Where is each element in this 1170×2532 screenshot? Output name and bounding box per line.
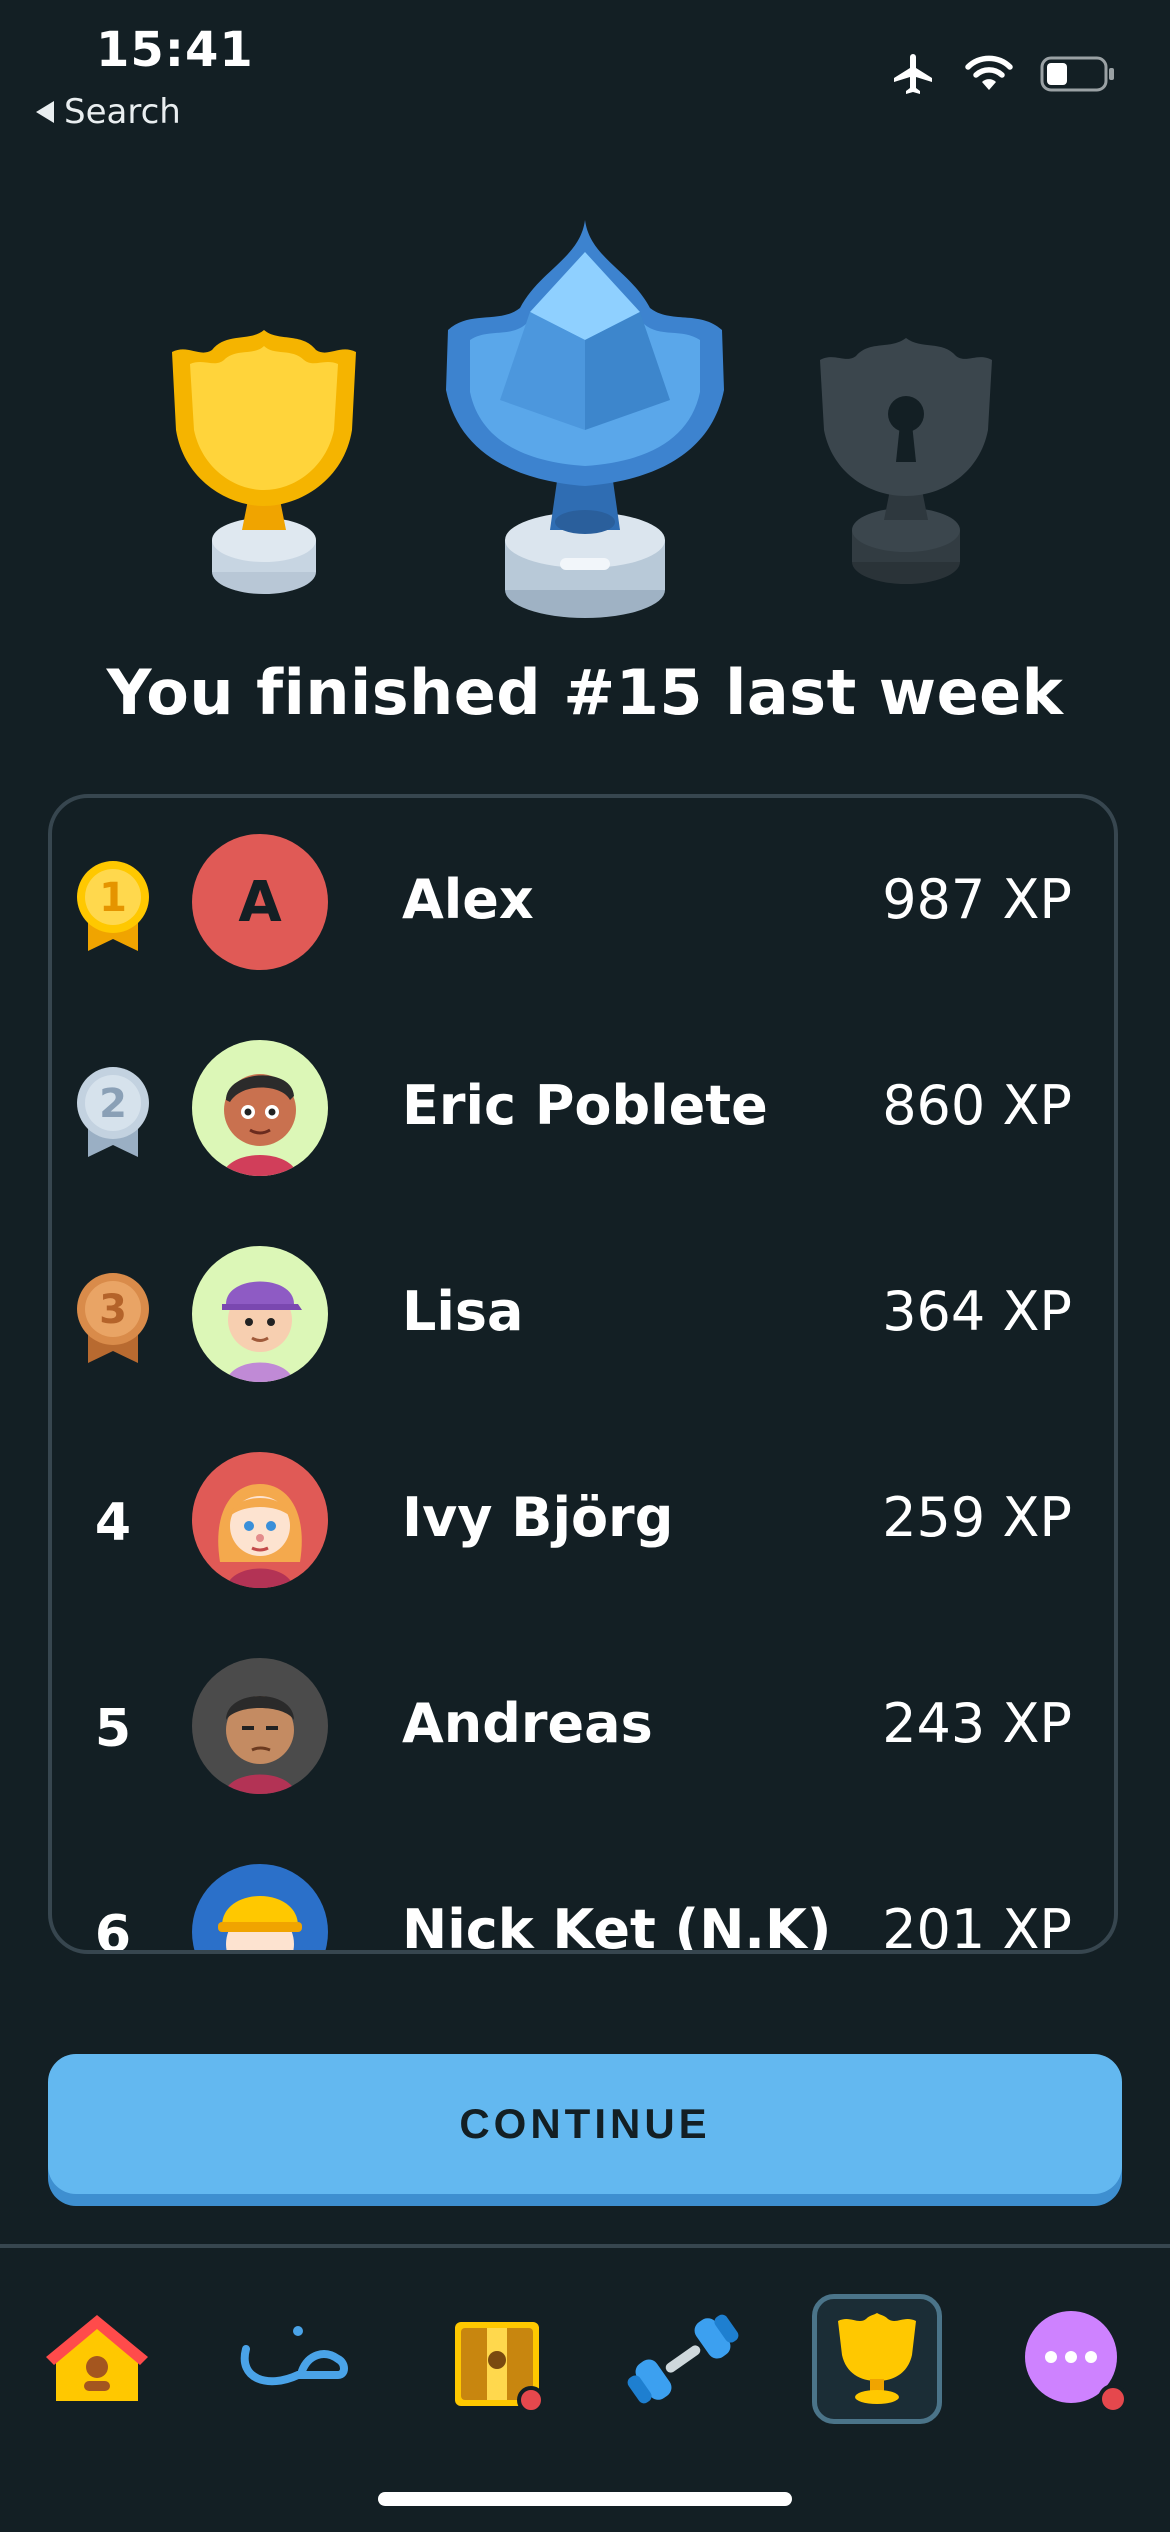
avatar [192, 1658, 328, 1794]
user-xp: 243 XP [882, 1692, 1072, 1755]
home-indicator [378, 2492, 792, 2506]
user-name: Ivy Björg [402, 1486, 674, 1549]
avatar: A [192, 834, 328, 970]
user-name: Nick Ket (N.K) [402, 1898, 832, 1954]
airplane-icon [894, 54, 932, 94]
user-xp: 364 XP [882, 1280, 1072, 1343]
notification-badge [517, 2386, 543, 2414]
user-name: Alex [402, 868, 534, 931]
gold-medal-icon: 1 [72, 860, 154, 951]
user-xp: 860 XP [882, 1074, 1072, 1137]
continue-button[interactable]: CONTINUE [48, 2054, 1122, 2194]
user-name: Andreas [402, 1692, 653, 1755]
leaderboard-row[interactable]: 2 Eric Poblete 860 XP [52, 1004, 1114, 1210]
avatar [192, 1040, 328, 1176]
page-title: You finished #15 last week [106, 656, 1064, 729]
svg-text:2: 2 [99, 1081, 127, 1127]
rank-number: 4 [94, 1493, 132, 1553]
rank-number: 6 [94, 1905, 132, 1954]
status-time: 15:41 [96, 22, 254, 78]
tab-bar [0, 2248, 1170, 2532]
silver-medal-icon: 2 [72, 1066, 154, 1157]
user-name: Lisa [402, 1280, 524, 1343]
home-icon [46, 2315, 148, 2401]
leaderboard-row[interactable]: 5 Andreas 243 XP [52, 1622, 1114, 1828]
tab-leaderboard[interactable] [812, 2294, 942, 2424]
locked-trophy-icon [820, 338, 992, 584]
letters-icon [240, 2326, 348, 2386]
tab-treasure[interactable] [423, 2294, 553, 2424]
diamond-trophy-icon [446, 220, 724, 618]
notification-badge [1098, 2384, 1128, 2414]
trophy-icon [838, 2313, 916, 2404]
user-xp: 259 XP [882, 1486, 1072, 1549]
avatar [192, 1452, 328, 1588]
leaderboard-row[interactable]: 1 A Alex 987 XP [52, 798, 1114, 1004]
user-name: Eric Poblete [402, 1074, 768, 1137]
leaderboard-row[interactable]: 4 Ivy Björg 259 XP [52, 1416, 1114, 1622]
avatar [192, 1246, 328, 1382]
more-icon [1025, 2311, 1128, 2414]
tab-more[interactable] [1008, 2294, 1138, 2424]
rank-number: 5 [94, 1699, 132, 1759]
tab-practice[interactable] [618, 2294, 748, 2424]
leaderboard-row[interactable]: 3 Lisa 364 XP [52, 1210, 1114, 1416]
back-to-search-link[interactable]: Search [36, 92, 181, 132]
user-xp: 987 XP [882, 868, 1072, 931]
leaderboard[interactable]: 1 A Alex 987 XP 2 Eric Poblete 860 XP 3 … [48, 794, 1118, 1954]
svg-text:3: 3 [99, 1287, 127, 1333]
avatar [192, 1864, 328, 1950]
league-trophies [172, 220, 992, 618]
status-icons [890, 50, 1116, 98]
back-label: Search [64, 92, 181, 132]
bronze-medal-icon: 3 [72, 1272, 154, 1363]
dumbbell-icon [627, 2314, 739, 2404]
battery-icon [1040, 56, 1114, 92]
user-xp: 201 XP [882, 1898, 1072, 1954]
leaderboard-row[interactable]: 6 Nick Ket (N.K) 201 XP [52, 1828, 1114, 1954]
svg-text:1: 1 [99, 875, 127, 921]
gold-trophy-icon [172, 330, 356, 594]
wifi-icon [965, 55, 1013, 90]
back-arrow-icon [36, 101, 54, 123]
treasure-chest-icon [455, 2322, 543, 2414]
tab-home[interactable] [32, 2294, 162, 2424]
tab-letters[interactable] [228, 2294, 358, 2424]
